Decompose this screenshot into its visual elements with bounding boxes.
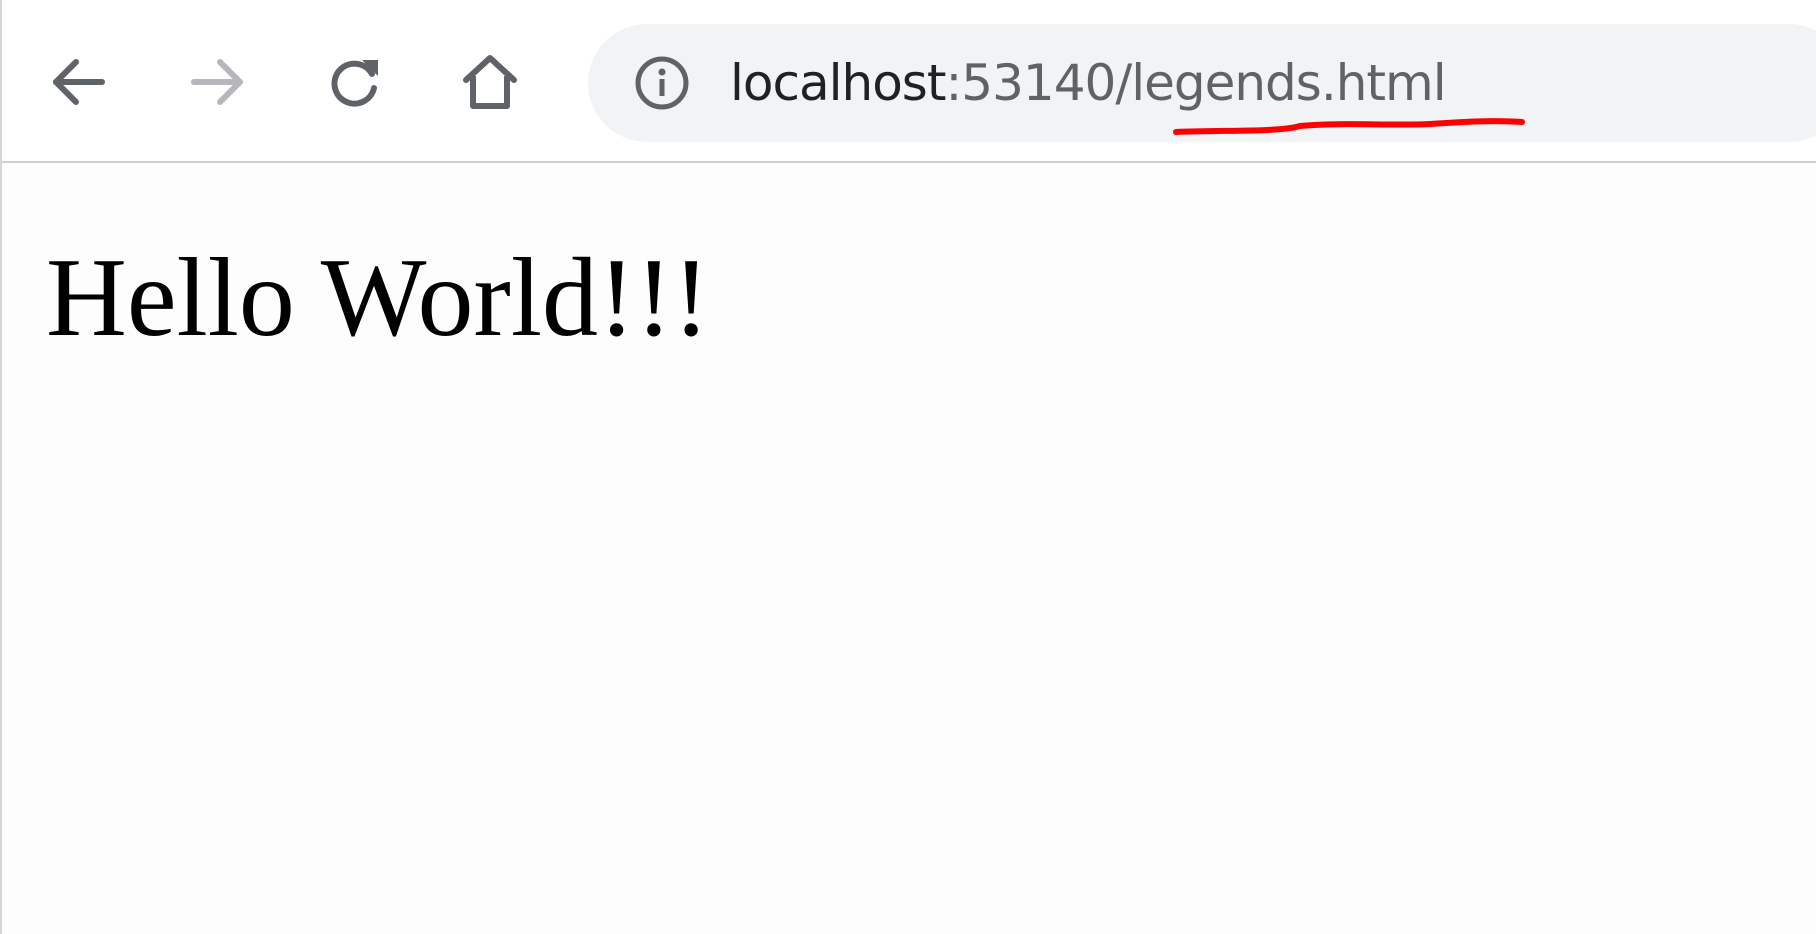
url-text[interactable]: localhost:53140/legends.html: [730, 49, 1447, 117]
info-icon[interactable]: [632, 53, 692, 113]
forward-button[interactable]: [182, 46, 254, 118]
browser-toolbar: localhost:53140/legends.html: [2, 0, 1816, 163]
url-path: :53140/legends.html: [945, 54, 1446, 112]
home-button[interactable]: [454, 46, 526, 118]
url-host: localhost: [730, 54, 946, 112]
page-heading: Hello World!!!: [46, 236, 710, 360]
reload-icon: [331, 60, 378, 107]
back-button[interactable]: [42, 46, 114, 118]
forward-arrow-icon: [191, 59, 243, 105]
red-underline-annotation: [1173, 118, 1525, 135]
home-icon: [463, 55, 517, 109]
back-arrow-icon: [53, 59, 105, 105]
page-content: Hello World!!!: [2, 163, 1816, 934]
browser-window: localhost:53140/legends.html Hello World…: [0, 0, 1816, 934]
reload-button[interactable]: [318, 46, 390, 118]
